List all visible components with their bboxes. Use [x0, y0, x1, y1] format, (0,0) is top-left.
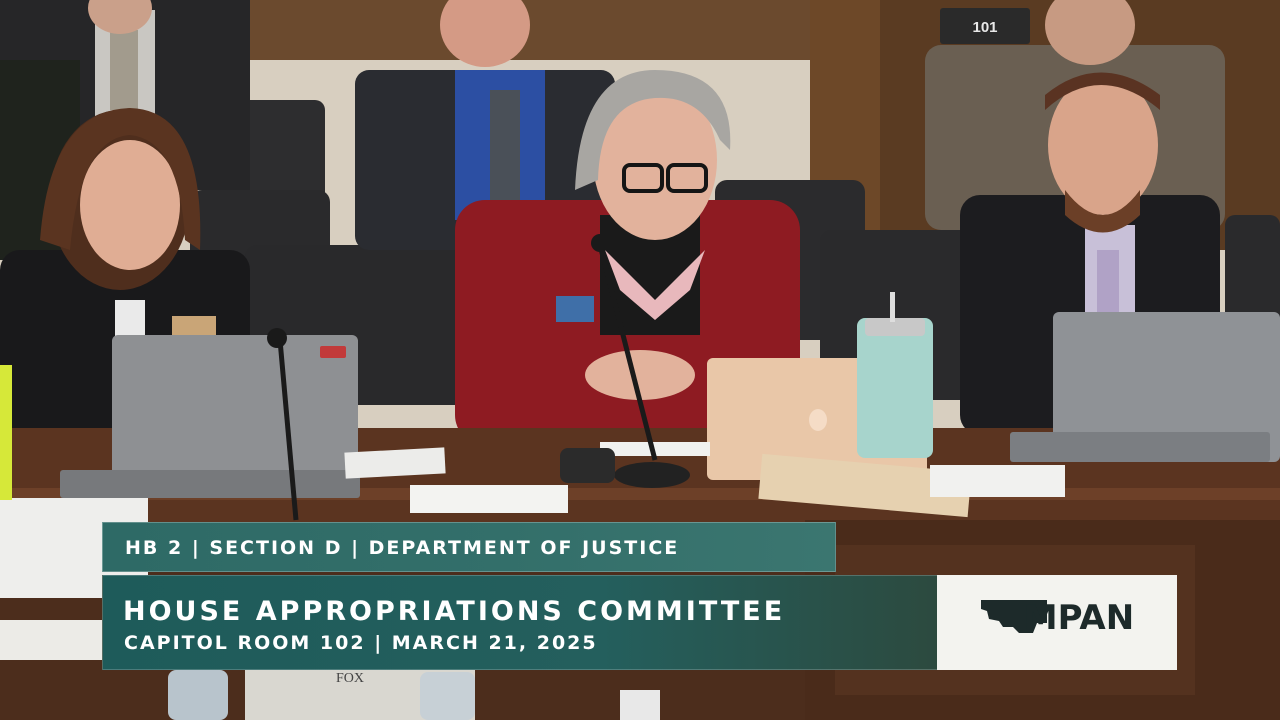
mpan-logo: MPAN — [937, 575, 1177, 670]
lower-third-main-bar: HOUSE APPROPRIATIONS COMMITTEE CAPITOL R… — [102, 575, 938, 670]
nameplate-fox: FOX — [336, 671, 364, 686]
committee-title: HOUSE APPROPRIATIONS COMMITTEE — [123, 596, 786, 627]
bill-section-label: HB 2 | SECTION D | DEPARTMENT OF JUSTICE — [125, 537, 680, 559]
mpan-wordmark: MPAN — [1024, 598, 1134, 638]
lower-third-topic-bar: HB 2 | SECTION D | DEPARTMENT OF JUSTICE — [102, 522, 836, 572]
location-date-subtitle: CAPITOL ROOM 102 | MARCH 21, 2025 — [124, 632, 598, 654]
door-number: 101 — [972, 19, 997, 36]
